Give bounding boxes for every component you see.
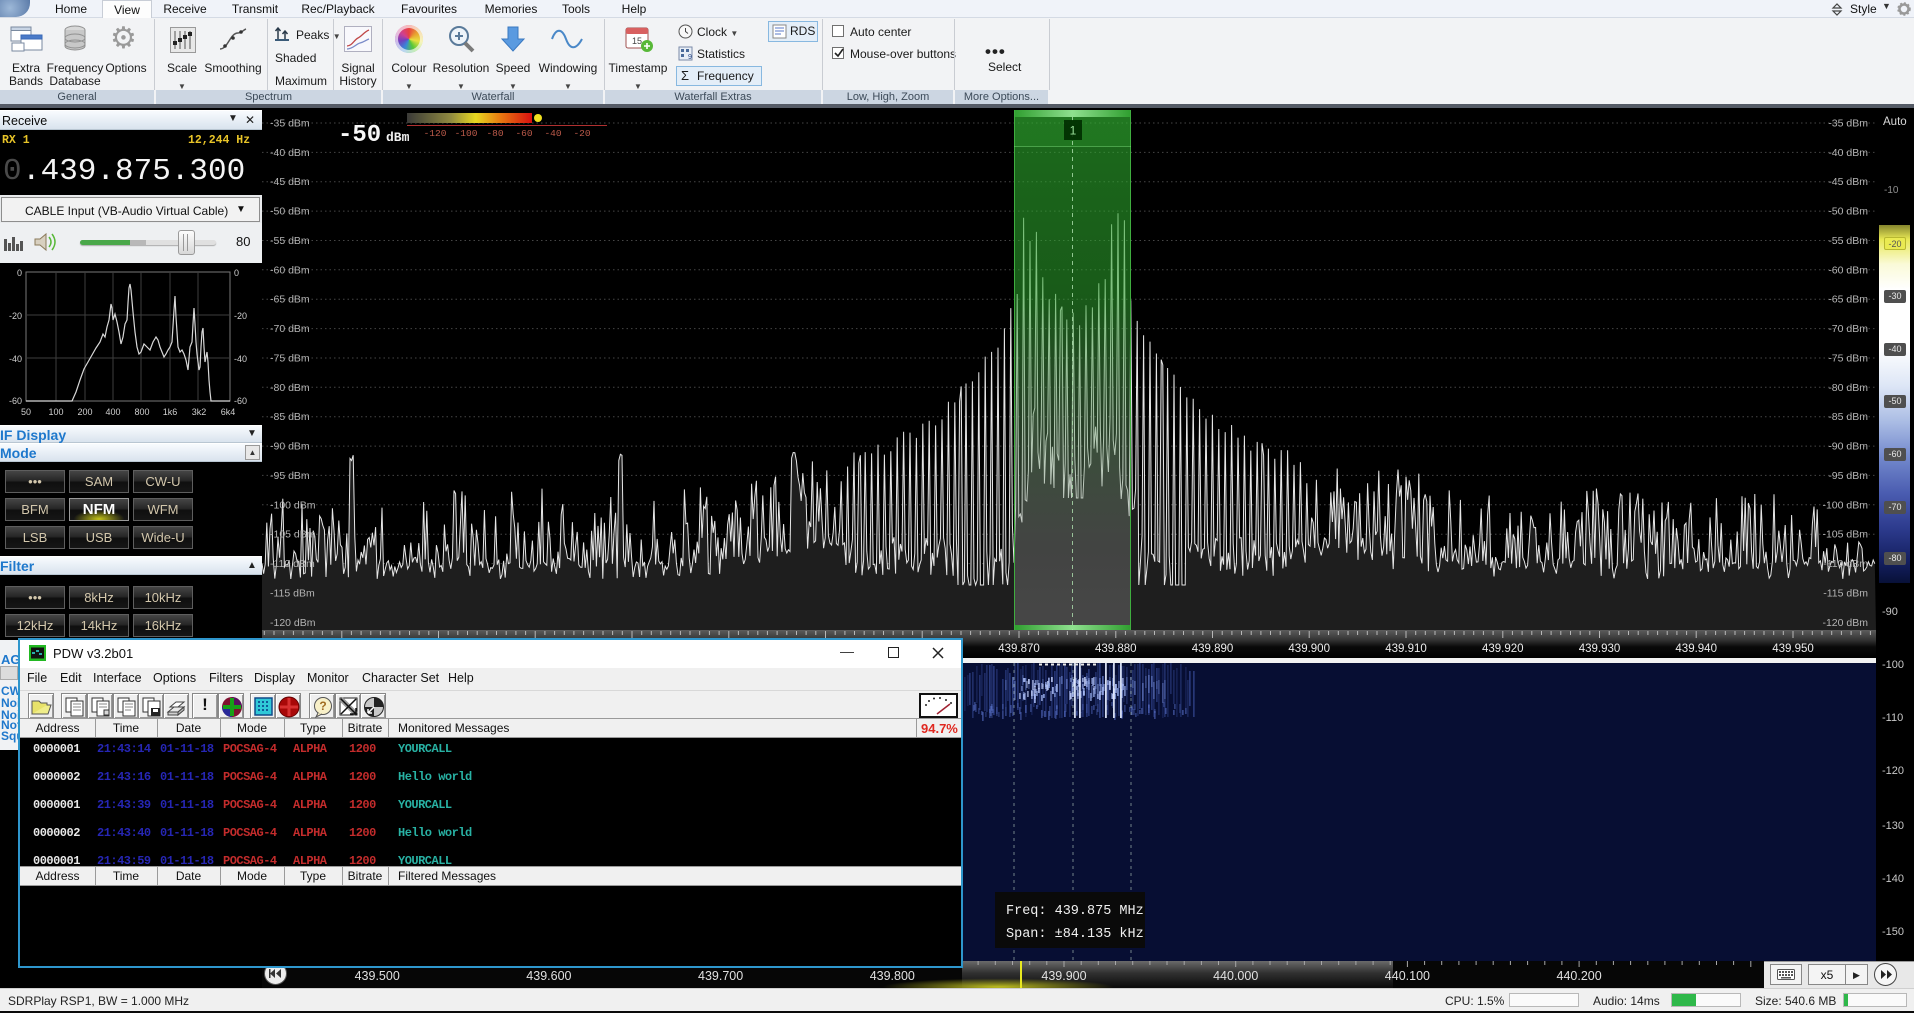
- svg-text:439.900: 439.900: [1041, 969, 1086, 983]
- svg-text:439.930: 439.930: [1579, 643, 1621, 655]
- svg-text:-100 dBm: -100 dBm: [270, 499, 316, 511]
- svg-text:-60: -60: [515, 128, 532, 139]
- svg-text:-40: -40: [9, 354, 22, 364]
- svg-text:-90 dBm: -90 dBm: [270, 441, 310, 453]
- svg-text:-95 dBm: -95 dBm: [270, 470, 310, 482]
- svg-text:439.870: 439.870: [998, 643, 1040, 655]
- svg-text:200: 200: [77, 407, 92, 417]
- svg-text:-35 dBm: -35 dBm: [1828, 118, 1868, 130]
- svg-text:-95 dBm: -95 dBm: [1828, 470, 1868, 482]
- svg-text:-40 dBm: -40 dBm: [270, 147, 310, 159]
- svg-text:6k4: 6k4: [221, 407, 236, 417]
- svg-text:-80: -80: [486, 128, 503, 139]
- svg-text:dBm: dBm: [386, 130, 410, 145]
- svg-text:-40 dBm: -40 dBm: [1828, 147, 1868, 159]
- svg-text:-80 dBm: -80 dBm: [1828, 382, 1868, 394]
- svg-text:-60: -60: [9, 396, 22, 406]
- svg-text:-120 dBm: -120 dBm: [1822, 617, 1868, 629]
- svg-text:-110 dBm: -110 dBm: [1823, 558, 1868, 570]
- svg-text:439.940: 439.940: [1675, 643, 1717, 655]
- svg-text:439.890: 439.890: [1192, 643, 1234, 655]
- svg-text:0: 0: [234, 268, 239, 278]
- svg-text:-75 dBm: -75 dBm: [1828, 353, 1868, 365]
- svg-text:439.800: 439.800: [870, 969, 915, 983]
- svg-text:-90 dBm: -90 dBm: [1828, 441, 1868, 453]
- svg-text:440.000: 440.000: [1213, 969, 1258, 983]
- svg-text:9: 9: [688, 54, 692, 61]
- svg-text:-65 dBm: -65 dBm: [1828, 294, 1868, 306]
- svg-text:-50: -50: [338, 122, 381, 149]
- svg-text:50: 50: [21, 407, 31, 417]
- svg-text:439.900: 439.900: [1288, 643, 1330, 655]
- svg-text:800: 800: [134, 407, 149, 417]
- svg-text:-120: -120: [424, 128, 447, 139]
- svg-text:-20: -20: [9, 311, 22, 321]
- svg-text:-65 dBm: -65 dBm: [270, 294, 310, 306]
- svg-text:439.920: 439.920: [1482, 643, 1524, 655]
- svg-text:?: ?: [319, 699, 326, 713]
- svg-text:-55 dBm: -55 dBm: [1828, 235, 1868, 247]
- svg-text:-55 dBm: -55 dBm: [270, 235, 310, 247]
- svg-text:0: 0: [17, 268, 22, 278]
- svg-text:-60 dBm: -60 dBm: [1828, 264, 1868, 276]
- svg-text:-20: -20: [573, 128, 590, 139]
- svg-text:-40: -40: [234, 354, 247, 364]
- svg-text:-120 dBm: -120 dBm: [270, 617, 316, 629]
- svg-text:-75 dBm: -75 dBm: [270, 353, 310, 365]
- svg-text:440.100: 440.100: [1385, 969, 1430, 983]
- svg-text:-45 dBm: -45 dBm: [270, 176, 310, 188]
- svg-text:-70 dBm: -70 dBm: [270, 323, 310, 335]
- svg-text:439.700: 439.700: [698, 969, 743, 983]
- svg-text:Freq: 439.875 MHz: Freq: 439.875 MHz: [1006, 904, 1144, 919]
- svg-text:1: 1: [1070, 124, 1077, 138]
- svg-text:439.600: 439.600: [526, 969, 571, 983]
- svg-text:439.950: 439.950: [1772, 643, 1814, 655]
- svg-text:400: 400: [105, 407, 120, 417]
- svg-text:-110 dBm: -110 dBm: [270, 558, 315, 570]
- svg-text:-85 dBm: -85 dBm: [270, 411, 310, 423]
- svg-text:-115 dBm: -115 dBm: [270, 587, 315, 599]
- svg-text:15: 15: [632, 36, 642, 46]
- svg-text:3k2: 3k2: [192, 407, 207, 417]
- svg-text:-80 dBm: -80 dBm: [270, 382, 310, 394]
- svg-text:1k6: 1k6: [163, 407, 178, 417]
- svg-text:-85 dBm: -85 dBm: [1828, 411, 1868, 423]
- svg-text:-50 dBm: -50 dBm: [1828, 206, 1868, 218]
- svg-text:-50 dBm: -50 dBm: [270, 206, 310, 218]
- svg-text:439.500: 439.500: [355, 969, 400, 983]
- svg-text:-100 dBm: -100 dBm: [1822, 499, 1868, 511]
- svg-text:-70 dBm: -70 dBm: [1828, 323, 1868, 335]
- svg-text:100: 100: [48, 407, 63, 417]
- svg-text:-40: -40: [544, 128, 561, 139]
- svg-text:-105 dBm: -105 dBm: [270, 529, 316, 541]
- svg-text:-105 dBm: -105 dBm: [1822, 529, 1868, 541]
- svg-text:-20: -20: [234, 311, 247, 321]
- svg-text:Span: ±84.135 kHz: Span: ±84.135 kHz: [1006, 927, 1144, 942]
- svg-text:-60: -60: [234, 396, 247, 406]
- svg-text:440.200: 440.200: [1557, 969, 1602, 983]
- svg-text:-60 dBm: -60 dBm: [270, 264, 310, 276]
- svg-text:439.880: 439.880: [1095, 643, 1137, 655]
- svg-text:-100: -100: [455, 128, 478, 139]
- svg-text:439.910: 439.910: [1385, 643, 1427, 655]
- svg-text:-45 dBm: -45 dBm: [1828, 176, 1868, 188]
- svg-text:-115 dBm: -115 dBm: [1823, 587, 1868, 599]
- svg-text:-35 dBm: -35 dBm: [270, 118, 310, 130]
